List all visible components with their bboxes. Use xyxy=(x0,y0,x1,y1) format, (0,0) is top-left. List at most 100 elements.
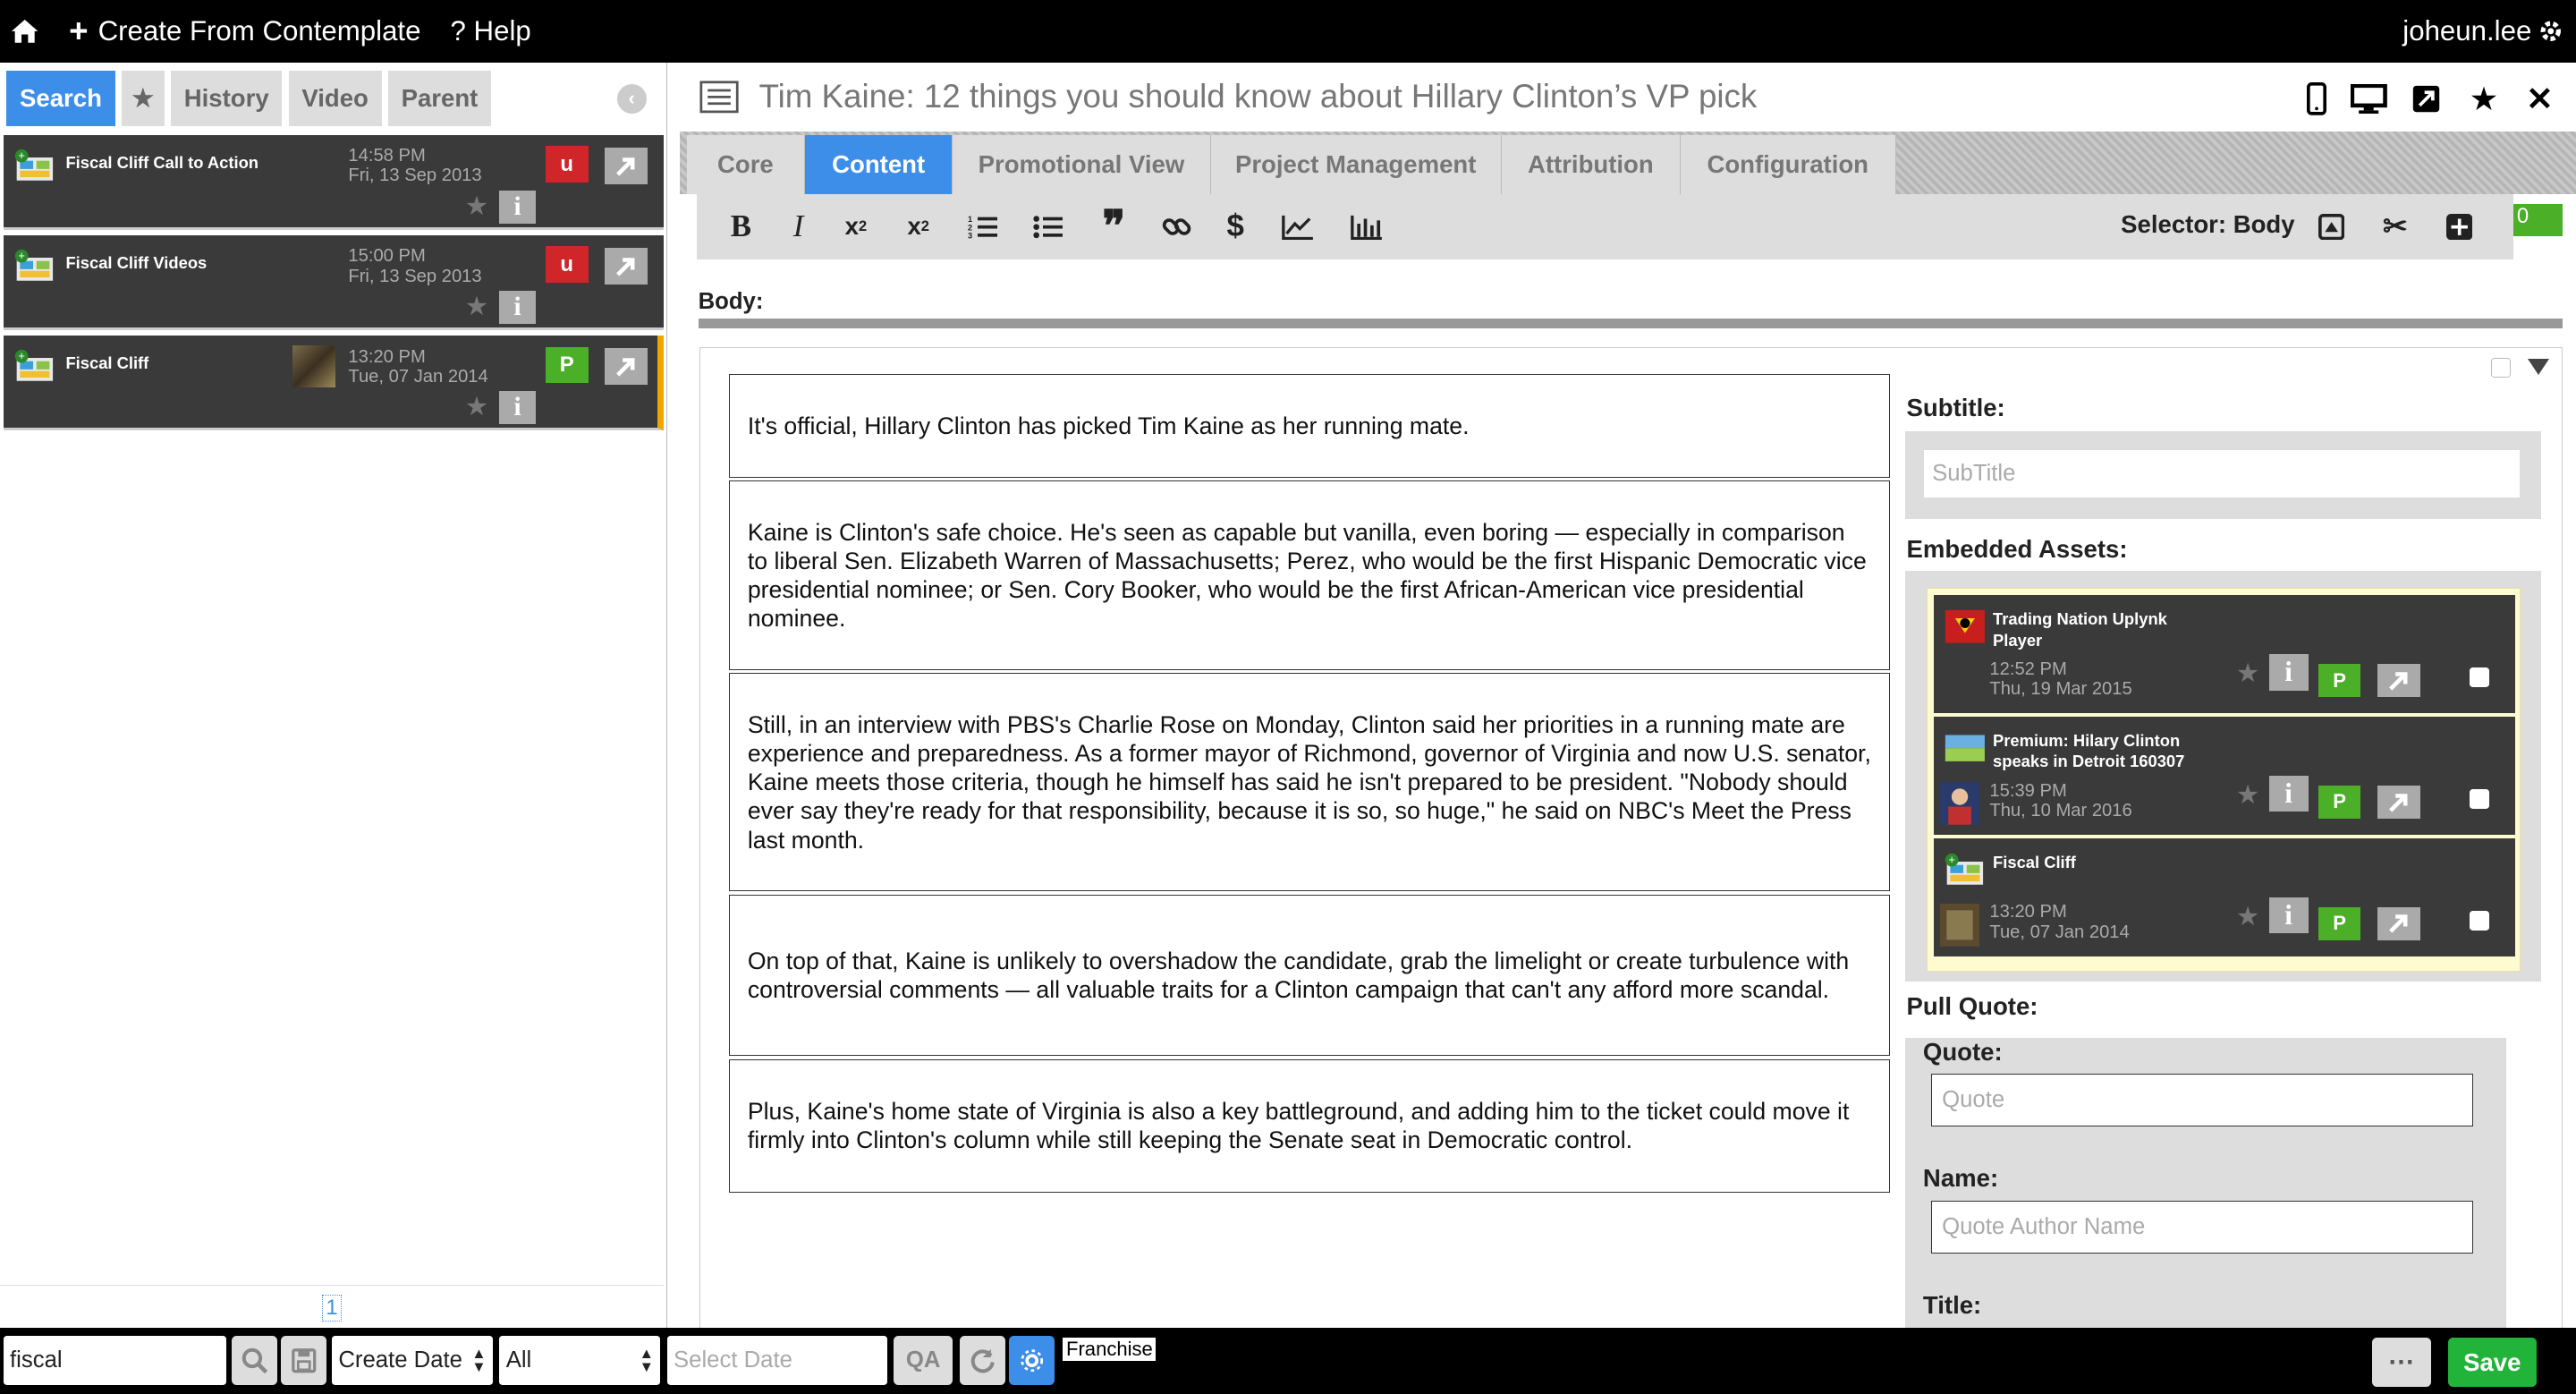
tab-history[interactable]: History xyxy=(171,70,283,127)
quote-input[interactable]: Quote xyxy=(1931,1074,2474,1127)
franchise-filter-icon[interactable] xyxy=(1008,1336,1055,1386)
filter-value: All xyxy=(505,1347,532,1373)
paragraph-block[interactable]: On top of that, Kaine is unlikely to ove… xyxy=(728,895,1891,1057)
bullet-list-icon[interactable] xyxy=(1030,207,1066,246)
open-arrow-icon[interactable] xyxy=(2377,664,2420,697)
currency-button[interactable]: $ xyxy=(1217,207,1253,246)
mobile-preview-icon[interactable] xyxy=(2299,81,2334,116)
info-icon[interactable]: i xyxy=(2268,897,2309,934)
asset-checkbox[interactable] xyxy=(2469,667,2489,687)
body-editor: It's official, Hillary Clinton has picke… xyxy=(699,346,2563,1334)
gear-icon xyxy=(2540,21,2561,41)
open-arrow-icon[interactable] xyxy=(2377,786,2420,819)
main-editor: Tim Kaine: 12 things you should know abo… xyxy=(680,62,2576,1334)
bar-chart-icon[interactable] xyxy=(1349,207,1385,246)
star-icon[interactable]: ★ xyxy=(2236,779,2259,811)
tab-search[interactable]: Search xyxy=(6,70,115,127)
create-from-template-button[interactable]: + Create From Contemplate xyxy=(69,13,420,50)
link-icon[interactable] xyxy=(1158,207,1194,246)
qa-label: QA xyxy=(905,1347,941,1373)
title-bar: Tim Kaine: 12 things you should know abo… xyxy=(680,63,2576,132)
search-input[interactable]: fiscal xyxy=(3,1336,227,1386)
result-item[interactable]: + Fiscal Cliff Call to Action 14:58 PM Fr… xyxy=(3,134,665,231)
more-button[interactable]: ··· xyxy=(2372,1338,2432,1388)
search-icon[interactable] xyxy=(231,1336,278,1386)
open-arrow-icon[interactable] xyxy=(604,348,648,385)
paragraph-block[interactable]: Kaine is Clinton's safe choice. He's see… xyxy=(728,480,1891,670)
result-item-selected[interactable]: + Fiscal Cliff 13:20 PM Tue, 07 Jan 2014 … xyxy=(3,335,665,431)
tab-project-management[interactable]: Project Management xyxy=(1210,134,1502,194)
bold-button[interactable]: B xyxy=(723,207,758,246)
collapse-caret-icon[interactable] xyxy=(2527,359,2549,375)
star-icon[interactable]: ★ xyxy=(465,191,488,222)
paragraph-block[interactable]: Plus, Kaine's home state of Virginia is … xyxy=(728,1058,1891,1193)
scissors-icon[interactable]: ✂ xyxy=(2377,207,2413,246)
tab-parent[interactable]: Parent xyxy=(387,70,492,127)
paragraph-block[interactable]: It's official, Hillary Clinton has picke… xyxy=(728,373,1891,478)
image-icon xyxy=(1945,735,1985,761)
element-select-icon[interactable] xyxy=(2313,207,2349,246)
quote-author-input[interactable]: Quote Author Name xyxy=(1931,1200,2474,1254)
external-link-icon[interactable] xyxy=(2409,81,2445,116)
subtitle-input[interactable]: SubTitle xyxy=(1922,449,2521,499)
star-icon[interactable]: ★ xyxy=(465,391,488,422)
star-icon[interactable]: ★ xyxy=(2236,901,2259,932)
open-arrow-icon[interactable] xyxy=(604,248,648,285)
tab-content[interactable]: Content xyxy=(804,134,953,194)
asset-thumbnail xyxy=(1940,904,1980,948)
left-panel: Search ★ History Video Parent ‹ + Fiscal… xyxy=(0,62,667,1331)
status-badge: P xyxy=(2318,664,2361,697)
tab-video[interactable]: Video xyxy=(288,70,382,127)
filter-select[interactable]: All ▲ ▼ xyxy=(499,1336,661,1386)
sort-value: Create Date xyxy=(338,1347,462,1373)
collapse-back-icon[interactable]: ‹ xyxy=(616,83,647,114)
home-icon[interactable] xyxy=(10,16,39,46)
formatting-toolbar: B I x2 x2 123 ❞ $ Selector: Body ✂ xyxy=(696,193,2514,260)
subscript-button[interactable]: x2 xyxy=(901,207,936,246)
result-item[interactable]: + Fiscal Cliff Videos 15:00 PM Fri, 13 Se… xyxy=(3,234,665,331)
tab-promotional-view[interactable]: Promotional View xyxy=(953,134,1211,194)
save-button[interactable]: Save xyxy=(2447,1338,2537,1388)
tab-attribution[interactable]: Attribution xyxy=(1501,134,1681,194)
info-icon[interactable]: i xyxy=(2268,654,2309,691)
save-search-icon[interactable] xyxy=(281,1336,327,1386)
ordered-list-icon[interactable]: 123 xyxy=(964,207,1000,246)
help-button[interactable]: ? Help xyxy=(451,15,531,47)
star-icon[interactable]: ★ xyxy=(465,291,488,322)
tab-favorites[interactable]: ★ xyxy=(121,70,165,127)
asset-checkbox[interactable] xyxy=(2469,788,2489,809)
sort-select[interactable]: Create Date ▲ ▼ xyxy=(332,1336,493,1386)
asset-item[interactable]: Trading Nation Uplynk Player 12:52 PM Thu… xyxy=(1933,595,2516,714)
superscript-button[interactable]: x2 xyxy=(838,207,874,246)
blockquote-icon[interactable]: ❞ xyxy=(1096,203,1131,251)
page-number[interactable]: 1 xyxy=(321,1295,343,1322)
close-icon[interactable]: ✕ xyxy=(2521,81,2557,117)
status-chip: 0 xyxy=(2513,203,2563,237)
italic-button[interactable]: I xyxy=(780,207,816,246)
asset-checkbox[interactable] xyxy=(2469,910,2489,931)
refresh-icon[interactable] xyxy=(959,1336,1006,1386)
qa-search-button[interactable]: QA xyxy=(894,1336,953,1386)
user-menu[interactable]: joheun.lee xyxy=(2402,15,2563,47)
asset-item[interactable]: Premium: Hilary Clinton speaks in Detroi… xyxy=(1933,716,2516,836)
desktop-preview-icon[interactable] xyxy=(2351,81,2387,116)
status-badge: P xyxy=(2318,906,2361,940)
status-badge: u xyxy=(545,146,589,183)
info-icon[interactable]: i xyxy=(499,391,536,424)
info-icon[interactable]: i xyxy=(2268,776,2309,812)
star-icon[interactable]: ★ xyxy=(2236,658,2259,689)
tab-configuration[interactable]: Configuration xyxy=(1680,134,1896,194)
info-icon[interactable]: i xyxy=(499,291,536,324)
embedded-assets-wrap: Trading Nation Uplynk Player 12:52 PM Thu… xyxy=(1904,571,2541,982)
info-icon[interactable]: i xyxy=(499,191,536,224)
paragraph-block[interactable]: Still, in an interview with PBS's Charli… xyxy=(728,673,1891,892)
editor-checkbox[interactable] xyxy=(2491,357,2512,378)
tab-core[interactable]: Core xyxy=(686,134,805,194)
line-chart-icon[interactable] xyxy=(1280,207,1316,246)
date-input[interactable]: Select Date xyxy=(666,1336,887,1386)
open-arrow-icon[interactable] xyxy=(604,148,648,184)
add-element-icon[interactable] xyxy=(2441,207,2477,246)
open-arrow-icon[interactable] xyxy=(2377,906,2420,940)
asset-item[interactable]: + Fiscal Cliff 13:20 PM Tue, 07 Jan 2014 … xyxy=(1933,837,2516,957)
favorite-star-icon[interactable]: ★ xyxy=(2466,81,2502,117)
